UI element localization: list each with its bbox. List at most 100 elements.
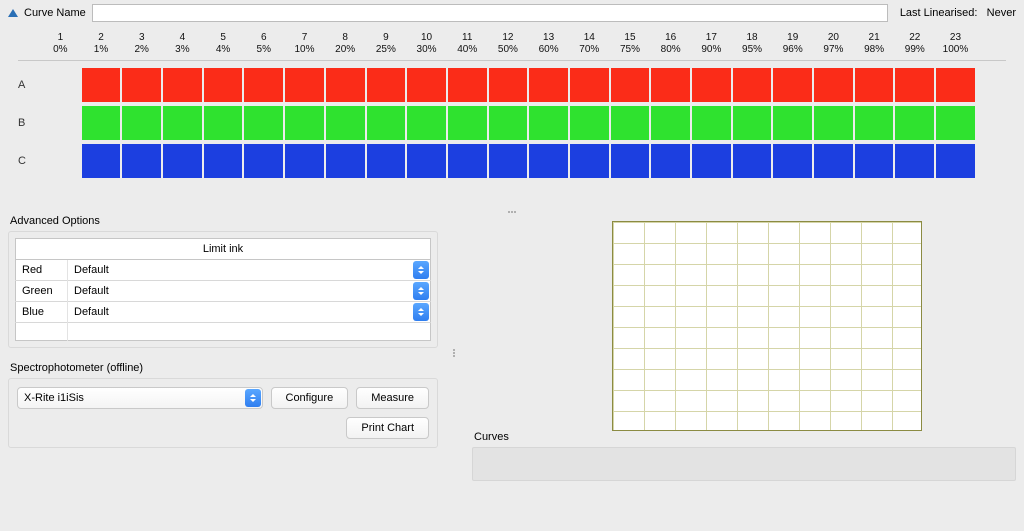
swatch[interactable]: [773, 68, 812, 102]
swatch[interactable]: [82, 68, 121, 102]
swatch[interactable]: [163, 106, 202, 140]
column-header: 820%: [325, 32, 366, 56]
swatch[interactable]: [367, 68, 406, 102]
swatch[interactable]: [773, 144, 812, 178]
vertical-splitter[interactable]: [448, 349, 460, 357]
swatch[interactable]: [936, 144, 975, 178]
swatch[interactable]: [529, 144, 568, 178]
swatch[interactable]: [244, 144, 283, 178]
swatch[interactable]: [407, 144, 446, 178]
swatch[interactable]: [936, 68, 975, 102]
swatch[interactable]: [407, 106, 446, 140]
swatch[interactable]: [326, 144, 365, 178]
ink-name: Red: [16, 260, 68, 281]
swatch[interactable]: [326, 68, 365, 102]
disclosure-triangle[interactable]: [8, 9, 18, 17]
swatch[interactable]: [895, 68, 934, 102]
swatch[interactable]: [529, 68, 568, 102]
swatch[interactable]: [773, 106, 812, 140]
swatch[interactable]: [163, 144, 202, 178]
swatch[interactable]: [692, 144, 731, 178]
swatch[interactable]: [651, 144, 690, 178]
swatch[interactable]: [733, 106, 772, 140]
swatch[interactable]: [244, 106, 283, 140]
column-header: 1790%: [691, 32, 732, 56]
swatch[interactable]: [285, 144, 324, 178]
swatch[interactable]: [122, 144, 161, 178]
swatch[interactable]: [651, 106, 690, 140]
swatch[interactable]: [122, 68, 161, 102]
swatch[interactable]: [285, 106, 324, 140]
measure-button[interactable]: Measure: [356, 387, 429, 409]
swatch[interactable]: [611, 106, 650, 140]
swatch[interactable]: [855, 144, 894, 178]
swatch[interactable]: [41, 68, 80, 102]
swatch[interactable]: [895, 106, 934, 140]
column-header: 65%: [243, 32, 284, 56]
swatch[interactable]: [570, 68, 609, 102]
curve-name-input[interactable]: [92, 4, 888, 22]
swatch[interactable]: [163, 68, 202, 102]
swatch[interactable]: [814, 68, 853, 102]
swatch[interactable]: [895, 144, 934, 178]
row-label: B: [18, 117, 40, 129]
swatch[interactable]: [814, 144, 853, 178]
swatch[interactable]: [41, 144, 80, 178]
ink-limit-value: Default: [68, 285, 413, 297]
ink-limit-select[interactable]: Default: [68, 302, 430, 322]
swatch[interactable]: [692, 106, 731, 140]
curves-plot: [612, 221, 922, 431]
swatch[interactable]: [407, 68, 446, 102]
row-label: C: [18, 155, 40, 167]
configure-button[interactable]: Configure: [271, 387, 349, 409]
swatch[interactable]: [448, 68, 487, 102]
row-label: A: [18, 79, 40, 91]
column-header: 710%: [284, 32, 325, 56]
swatch[interactable]: [285, 68, 324, 102]
spectro-device-value: X-Rite i1iSis: [18, 392, 245, 404]
swatch[interactable]: [41, 106, 80, 140]
ink-limit-select[interactable]: Default: [68, 281, 430, 301]
swatch[interactable]: [611, 144, 650, 178]
swatch[interactable]: [489, 68, 528, 102]
column-header: 1360%: [528, 32, 569, 56]
swatch[interactable]: [855, 106, 894, 140]
column-header: 2198%: [854, 32, 895, 56]
spectro-device-select[interactable]: X-Rite i1iSis: [17, 387, 263, 409]
swatch[interactable]: [570, 144, 609, 178]
column-header: 1575%: [610, 32, 651, 56]
swatch[interactable]: [936, 106, 975, 140]
swatch[interactable]: [611, 68, 650, 102]
swatch[interactable]: [570, 106, 609, 140]
swatch[interactable]: [204, 106, 243, 140]
swatch[interactable]: [489, 106, 528, 140]
chevron-up-down-icon: [413, 261, 429, 279]
ink-limit-select[interactable]: Default: [68, 260, 430, 280]
limit-ink-header: Limit ink: [16, 239, 431, 260]
column-header: 1895%: [732, 32, 773, 56]
swatch[interactable]: [814, 106, 853, 140]
swatch[interactable]: [489, 144, 528, 178]
ink-name: Green: [16, 281, 68, 302]
advanced-options-label: Advanced Options: [10, 215, 438, 227]
swatch[interactable]: [733, 144, 772, 178]
swatch[interactable]: [529, 106, 568, 140]
swatch[interactable]: [326, 106, 365, 140]
swatch[interactable]: [82, 144, 121, 178]
swatch[interactable]: [448, 144, 487, 178]
print-chart-button[interactable]: Print Chart: [346, 417, 429, 439]
swatch[interactable]: [692, 68, 731, 102]
swatch[interactable]: [367, 144, 406, 178]
swatch[interactable]: [244, 68, 283, 102]
swatch[interactable]: [651, 68, 690, 102]
swatch[interactable]: [204, 68, 243, 102]
swatch[interactable]: [367, 106, 406, 140]
swatch[interactable]: [448, 106, 487, 140]
column-header: 54%: [203, 32, 244, 56]
swatch[interactable]: [122, 106, 161, 140]
swatch[interactable]: [82, 106, 121, 140]
swatch[interactable]: [733, 68, 772, 102]
swatch[interactable]: [204, 144, 243, 178]
swatch[interactable]: [855, 68, 894, 102]
curves-list[interactable]: [472, 447, 1016, 481]
